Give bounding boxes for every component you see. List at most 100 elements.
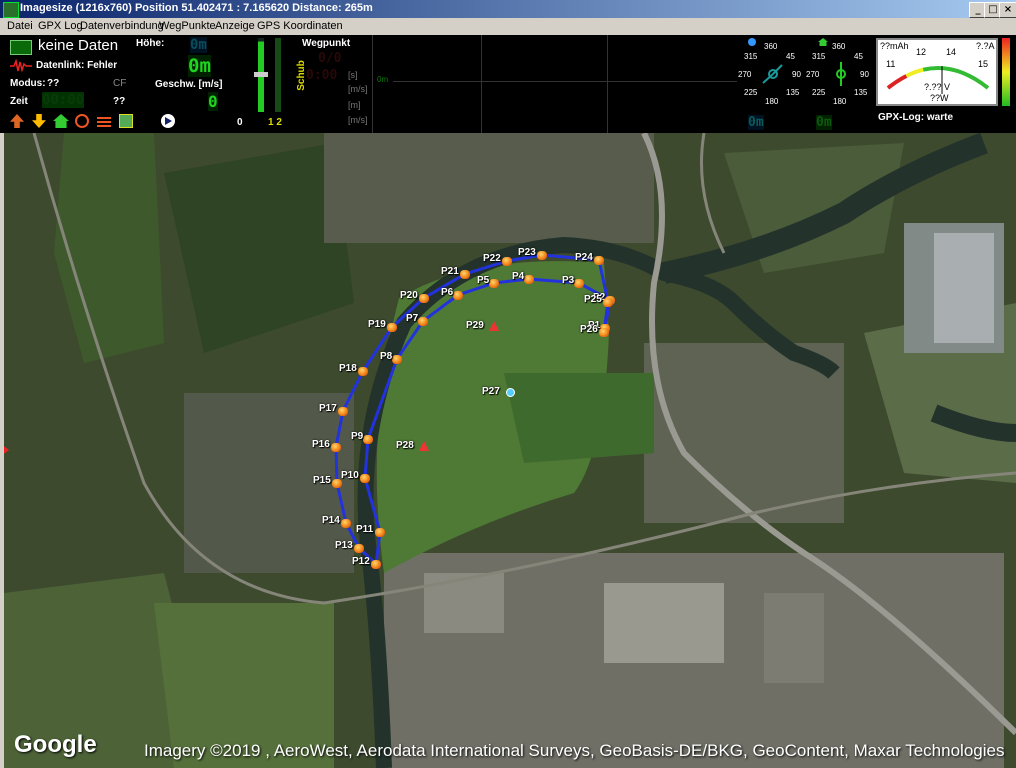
- poi-label: P28: [396, 440, 414, 451]
- compass2-w: 270: [806, 70, 820, 79]
- waypoint-marker-p20[interactable]: [419, 294, 429, 303]
- compass1-s: 180: [765, 97, 779, 106]
- modus-value: ??: [47, 78, 60, 89]
- speed-label: Geschw. [m/s]: [155, 79, 223, 90]
- waypoint-marker-p26[interactable]: [599, 328, 609, 337]
- altitude-graph: 0m: [372, 35, 737, 133]
- home-icon[interactable]: [53, 114, 69, 128]
- compass1-nw: 315: [744, 52, 758, 61]
- bar-min-label: 0: [237, 117, 243, 128]
- satellite-map[interactable]: P1 P2 P3 P4 P5 P6 P7 P8 P9 P10 P11 P12 P13 P14 P15 P16 P…: [4, 133, 1016, 768]
- waypoint-label: P13: [335, 540, 353, 551]
- download-icon[interactable]: [32, 114, 46, 128]
- close-button[interactable]: ×: [999, 2, 1016, 18]
- status-text: keine Daten: [38, 37, 119, 54]
- menu-gpx-log[interactable]: GPX Log: [38, 20, 83, 32]
- warning-icon[interactable]: [489, 321, 499, 331]
- upload-icon[interactable]: [10, 114, 24, 128]
- google-logo: Google: [14, 731, 97, 758]
- zeit-label: Zeit: [10, 96, 28, 107]
- waypoint-label: P3: [562, 275, 575, 286]
- waypoint-label: P17: [319, 403, 337, 414]
- waypoint-marker-p5[interactable]: [489, 279, 499, 288]
- grid-icon[interactable]: [97, 115, 111, 127]
- waypoint-marker-p24[interactable]: [594, 256, 604, 265]
- waypoint-label: P15: [313, 475, 331, 486]
- waypoint-marker-p11[interactable]: [375, 528, 385, 537]
- waypoint-label: P6: [441, 287, 454, 298]
- waypoint-label: P23: [518, 247, 536, 258]
- compass-heading: 360 315 45 270 90 225 135 180 0m: [738, 35, 801, 133]
- cf-label: CF: [113, 78, 127, 89]
- warning-icon[interactable]: [419, 441, 429, 451]
- schub-values: 1 2: [268, 117, 282, 128]
- map-marker-icon[interactable]: [119, 114, 133, 128]
- battery-amp: ?.?A: [976, 41, 995, 51]
- compass2-e: 90: [860, 70, 869, 79]
- battery-mah: ??mAh: [880, 41, 909, 51]
- wegpunkt-number-display: 0/0: [318, 51, 342, 66]
- waypoint-label: P20: [400, 290, 418, 301]
- waypoint-marker-p12[interactable]: [371, 560, 381, 569]
- waypoint-marker-p14[interactable]: [341, 519, 351, 528]
- poi-label: P27: [482, 386, 500, 397]
- waypoint-marker-p7[interactable]: [418, 317, 428, 326]
- instrument-panel: keine Daten Datenlink: Fehler Modus: ?? …: [0, 35, 1016, 133]
- compass2-needle-icon: [836, 62, 846, 86]
- menu-datei[interactable]: Datei: [7, 20, 33, 32]
- zeit-display: 00:00: [42, 92, 85, 108]
- compass2-se: 135: [854, 88, 868, 97]
- menu-datenverbindung[interactable]: Datenverbindung: [80, 20, 164, 32]
- waypoint-marker-p21[interactable]: [460, 270, 470, 279]
- home-direction-icon: [818, 38, 828, 46]
- compass1-n: 360: [764, 42, 778, 51]
- waypoint-label: P11: [356, 524, 374, 535]
- waypoint-label: P19: [368, 319, 386, 330]
- waypoint-marker-p9[interactable]: [363, 435, 373, 444]
- throttle-slider[interactable]: [254, 72, 268, 77]
- hoehe-display: 0m: [190, 37, 207, 53]
- waypoint-marker-p17[interactable]: [338, 407, 348, 416]
- zeit-value: ??: [113, 96, 126, 107]
- waypoint-label: P18: [339, 363, 357, 374]
- antenna-icon[interactable]: [75, 114, 89, 128]
- compass1-needle-icon: [762, 64, 783, 84]
- waypoint-marker-p19[interactable]: [387, 323, 397, 332]
- speed-display: 0: [208, 92, 218, 111]
- compass1-ne: 45: [786, 52, 795, 61]
- waypoint-marker-p18[interactable]: [358, 367, 368, 376]
- waypoint-label: P26: [580, 324, 598, 335]
- compass1-e: 90: [792, 70, 801, 79]
- info-pin-icon[interactable]: [506, 388, 515, 397]
- waypoint-marker-p8[interactable]: [392, 355, 402, 364]
- compass1-se: 135: [786, 88, 800, 97]
- menu-gps-koordinaten[interactable]: GPS Koordinaten: [257, 20, 343, 32]
- waypoint-label: P14: [322, 515, 340, 526]
- globe-icon: [748, 38, 756, 46]
- waypoint-marker-p3[interactable]: [574, 279, 584, 288]
- waypoint-label: P25: [584, 294, 602, 305]
- waypoint-marker-p13[interactable]: [354, 544, 364, 553]
- battery-bar: [1002, 38, 1010, 106]
- waypoint-marker-p23[interactable]: [537, 251, 547, 260]
- datalink-status: Datenlink: Fehler: [36, 60, 118, 71]
- play-icon[interactable]: [161, 114, 175, 128]
- waypoint-marker-p16[interactable]: [331, 443, 341, 452]
- title-bar: Imagesize (1216x760) Position 51.402471 …: [0, 0, 1016, 18]
- battery-voltage: ?.?? V: [924, 82, 951, 92]
- waypoint-marker-p4[interactable]: [524, 275, 534, 284]
- menu-wegpunkte[interactable]: WegPunkte: [159, 20, 216, 32]
- unit-m: [m]: [348, 100, 361, 110]
- compass1-w: 270: [738, 70, 752, 79]
- menu-anzeige[interactable]: Anzeige: [215, 20, 255, 32]
- waypoint-marker-p10[interactable]: [360, 474, 370, 483]
- waypoint-marker-p25[interactable]: [603, 298, 613, 307]
- map-pointer-icon: [4, 445, 9, 455]
- waypoint-marker-p15[interactable]: [332, 479, 342, 488]
- waypoint-marker-p6[interactable]: [453, 291, 463, 300]
- waypoint-marker-p22[interactable]: [502, 257, 512, 266]
- modus-label: Modus:: [10, 78, 46, 89]
- poi-label: P29: [466, 320, 484, 331]
- waypoint-label: P5: [477, 275, 490, 286]
- waypoint-layer: P1 P2 P3 P4 P5 P6 P7 P8 P9 P10 P11 P12 P13 P14 P15 P16 P…: [4, 133, 1016, 768]
